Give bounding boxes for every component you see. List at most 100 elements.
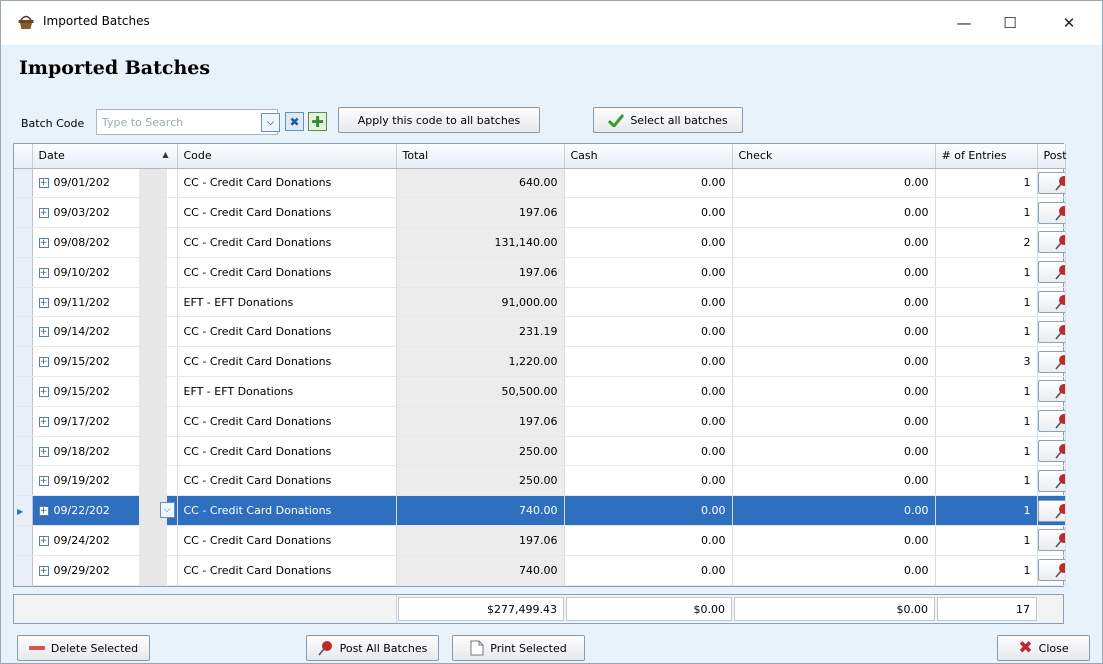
print-selected-button[interactable]: Print Selected (452, 635, 585, 661)
close-button[interactable]: ✖ Close (997, 635, 1090, 661)
table-row[interactable]: ▶ +09/22/202 ⌵ CC - Credit Card Donations 74… (14, 495, 1066, 527)
column-header-code[interactable]: Code (177, 144, 397, 169)
post-batch-button[interactable] (1037, 231, 1064, 254)
expand-row-icon[interactable]: + (38, 416, 49, 427)
chevron-down-icon[interactable]: ⌵ (159, 502, 175, 519)
row-selector[interactable] (14, 376, 33, 407)
expand-row-icon[interactable]: + (38, 565, 49, 576)
date-cell[interactable]: +09/15/202 (32, 346, 178, 378)
row-selector[interactable] (14, 346, 33, 378)
date-cell[interactable]: +09/22/202 ⌵ (32, 495, 178, 527)
date-cell[interactable]: +09/18/202 (32, 436, 178, 467)
post-batch-button[interactable] (1037, 529, 1064, 552)
post-batch-button[interactable] (1037, 350, 1064, 373)
date-cell[interactable]: +09/01/202 (32, 168, 178, 199)
column-header-date[interactable]: Date ▲ (32, 144, 178, 169)
date-cell[interactable]: +09/03/202 (32, 197, 178, 229)
batch-code-combo[interactable]: ⌵ (96, 109, 280, 135)
add-code-button[interactable]: ✚ (308, 112, 327, 131)
table-row[interactable]: +09/15/202 CC - Credit Card Donations 1,22… (14, 346, 1066, 378)
code-cell[interactable]: EFT - EFT Donations (177, 376, 397, 407)
expand-row-icon[interactable]: + (38, 357, 49, 368)
code-cell[interactable]: CC - Credit Card Donations (177, 436, 397, 467)
row-selector[interactable] (14, 525, 33, 556)
date-cell[interactable]: +09/15/202 (32, 376, 178, 407)
table-row[interactable]: +09/19/202 CC - Credit Card Donations 250.… (14, 465, 1066, 497)
select-all-batches-button[interactable]: Select all batches (593, 107, 743, 133)
code-cell[interactable]: CC - Credit Card Donations (177, 257, 397, 288)
code-cell[interactable]: CC - Credit Card Donations (177, 406, 397, 437)
post-batch-button[interactable] (1037, 380, 1064, 403)
column-header-cash[interactable]: Cash (564, 144, 733, 169)
table-row[interactable]: +09/24/202 CC - Credit Card Donations 197.… (14, 525, 1066, 556)
apply-code-to-all-button[interactable]: Apply this code to all batches (338, 107, 540, 133)
dropdown-chevron-button[interactable]: ⌵ (261, 113, 280, 132)
table-row[interactable]: +09/15/202 EFT - EFT Donations 50,500.00 0.… (14, 376, 1066, 407)
date-cell[interactable]: +09/10/202 (32, 257, 178, 288)
code-cell[interactable]: CC - Credit Card Donations (177, 316, 397, 348)
delete-selected-button[interactable]: Delete Selected (17, 635, 150, 661)
expand-row-icon[interactable]: + (38, 506, 49, 517)
code-cell[interactable]: CC - Credit Card Donations (177, 168, 397, 199)
clear-code-button[interactable]: ✖ (285, 112, 304, 131)
expand-row-icon[interactable]: + (38, 476, 49, 487)
table-row[interactable]: +09/10/202 CC - Credit Card Donations 197.… (14, 257, 1066, 288)
expand-row-icon[interactable]: + (38, 535, 49, 546)
date-cell[interactable]: +09/08/202 (32, 227, 178, 258)
row-selector[interactable] (14, 257, 33, 288)
post-batch-button[interactable] (1037, 261, 1064, 284)
code-cell[interactable]: CC - Credit Card Donations (177, 495, 397, 527)
table-row[interactable]: +09/17/202 CC - Credit Card Donations 197.… (14, 406, 1066, 437)
date-cell[interactable]: +09/14/202 (32, 316, 178, 348)
post-batch-button[interactable] (1037, 499, 1064, 522)
code-cell[interactable]: CC - Credit Card Donations (177, 555, 397, 586)
code-cell[interactable]: CC - Credit Card Donations (177, 525, 397, 556)
table-row[interactable]: +09/03/202 CC - Credit Card Donations 197.… (14, 197, 1066, 229)
row-selector[interactable] (14, 287, 33, 318)
expand-row-icon[interactable]: + (38, 386, 49, 397)
row-selector[interactable] (14, 465, 33, 497)
date-cell[interactable]: +09/29/202 (32, 555, 178, 586)
table-row[interactable]: +09/18/202 CC - Credit Card Donations 250.… (14, 436, 1066, 467)
table-row[interactable]: +09/01/202 CC - Credit Card Donations 640.… (14, 168, 1066, 199)
column-header-check[interactable]: Check (732, 144, 936, 169)
batch-code-search-input[interactable] (97, 111, 247, 133)
row-selector[interactable] (14, 227, 33, 258)
expand-row-icon[interactable]: + (38, 297, 49, 308)
expand-row-icon[interactable]: + (38, 178, 49, 189)
table-row[interactable]: +09/11/202 EFT - EFT Donations 91,000.00 0.… (14, 287, 1066, 318)
close-window-button[interactable]: ✕ (1046, 1, 1092, 45)
expand-row-icon[interactable]: + (38, 267, 49, 278)
maximize-button[interactable]: ☐ (987, 1, 1033, 45)
column-header-post[interactable]: Post (1037, 144, 1067, 169)
minimize-button[interactable]: — (941, 1, 987, 45)
row-selector[interactable] (14, 436, 33, 467)
post-batch-button[interactable] (1037, 410, 1064, 433)
post-batch-button[interactable] (1037, 171, 1064, 194)
expand-row-icon[interactable]: + (38, 446, 49, 457)
table-row[interactable]: +09/29/202 CC - Credit Card Donations 740.… (14, 555, 1066, 586)
column-header-total[interactable]: Total (396, 144, 565, 169)
code-cell[interactable]: CC - Credit Card Donations (177, 465, 397, 497)
expand-row-icon[interactable]: + (38, 327, 49, 338)
post-batch-button[interactable] (1037, 559, 1064, 582)
table-row[interactable]: +09/14/202 CC - Credit Card Donations 231.… (14, 316, 1066, 348)
post-batch-button[interactable] (1037, 320, 1064, 343)
column-header-entries[interactable]: # of Entries (935, 144, 1038, 169)
post-batch-button[interactable] (1037, 291, 1064, 314)
post-all-batches-button[interactable]: Post All Batches (306, 635, 439, 661)
table-row[interactable]: +09/08/202 CC - Credit Card Donations 131,… (14, 227, 1066, 258)
row-selector[interactable] (14, 316, 33, 348)
row-selector[interactable] (14, 555, 33, 586)
post-batch-button[interactable] (1037, 201, 1064, 224)
code-cell[interactable]: CC - Credit Card Donations (177, 346, 397, 378)
row-selector[interactable]: ▶ (14, 495, 33, 527)
code-cell[interactable]: CC - Credit Card Donations (177, 227, 397, 258)
date-cell[interactable]: +09/19/202 (32, 465, 178, 497)
code-cell[interactable]: EFT - EFT Donations (177, 287, 397, 318)
date-cell[interactable]: +09/17/202 (32, 406, 178, 437)
expand-row-icon[interactable]: + (38, 208, 49, 219)
row-selector[interactable] (14, 168, 33, 199)
expand-row-icon[interactable]: + (38, 237, 49, 248)
post-batch-button[interactable] (1037, 469, 1064, 492)
